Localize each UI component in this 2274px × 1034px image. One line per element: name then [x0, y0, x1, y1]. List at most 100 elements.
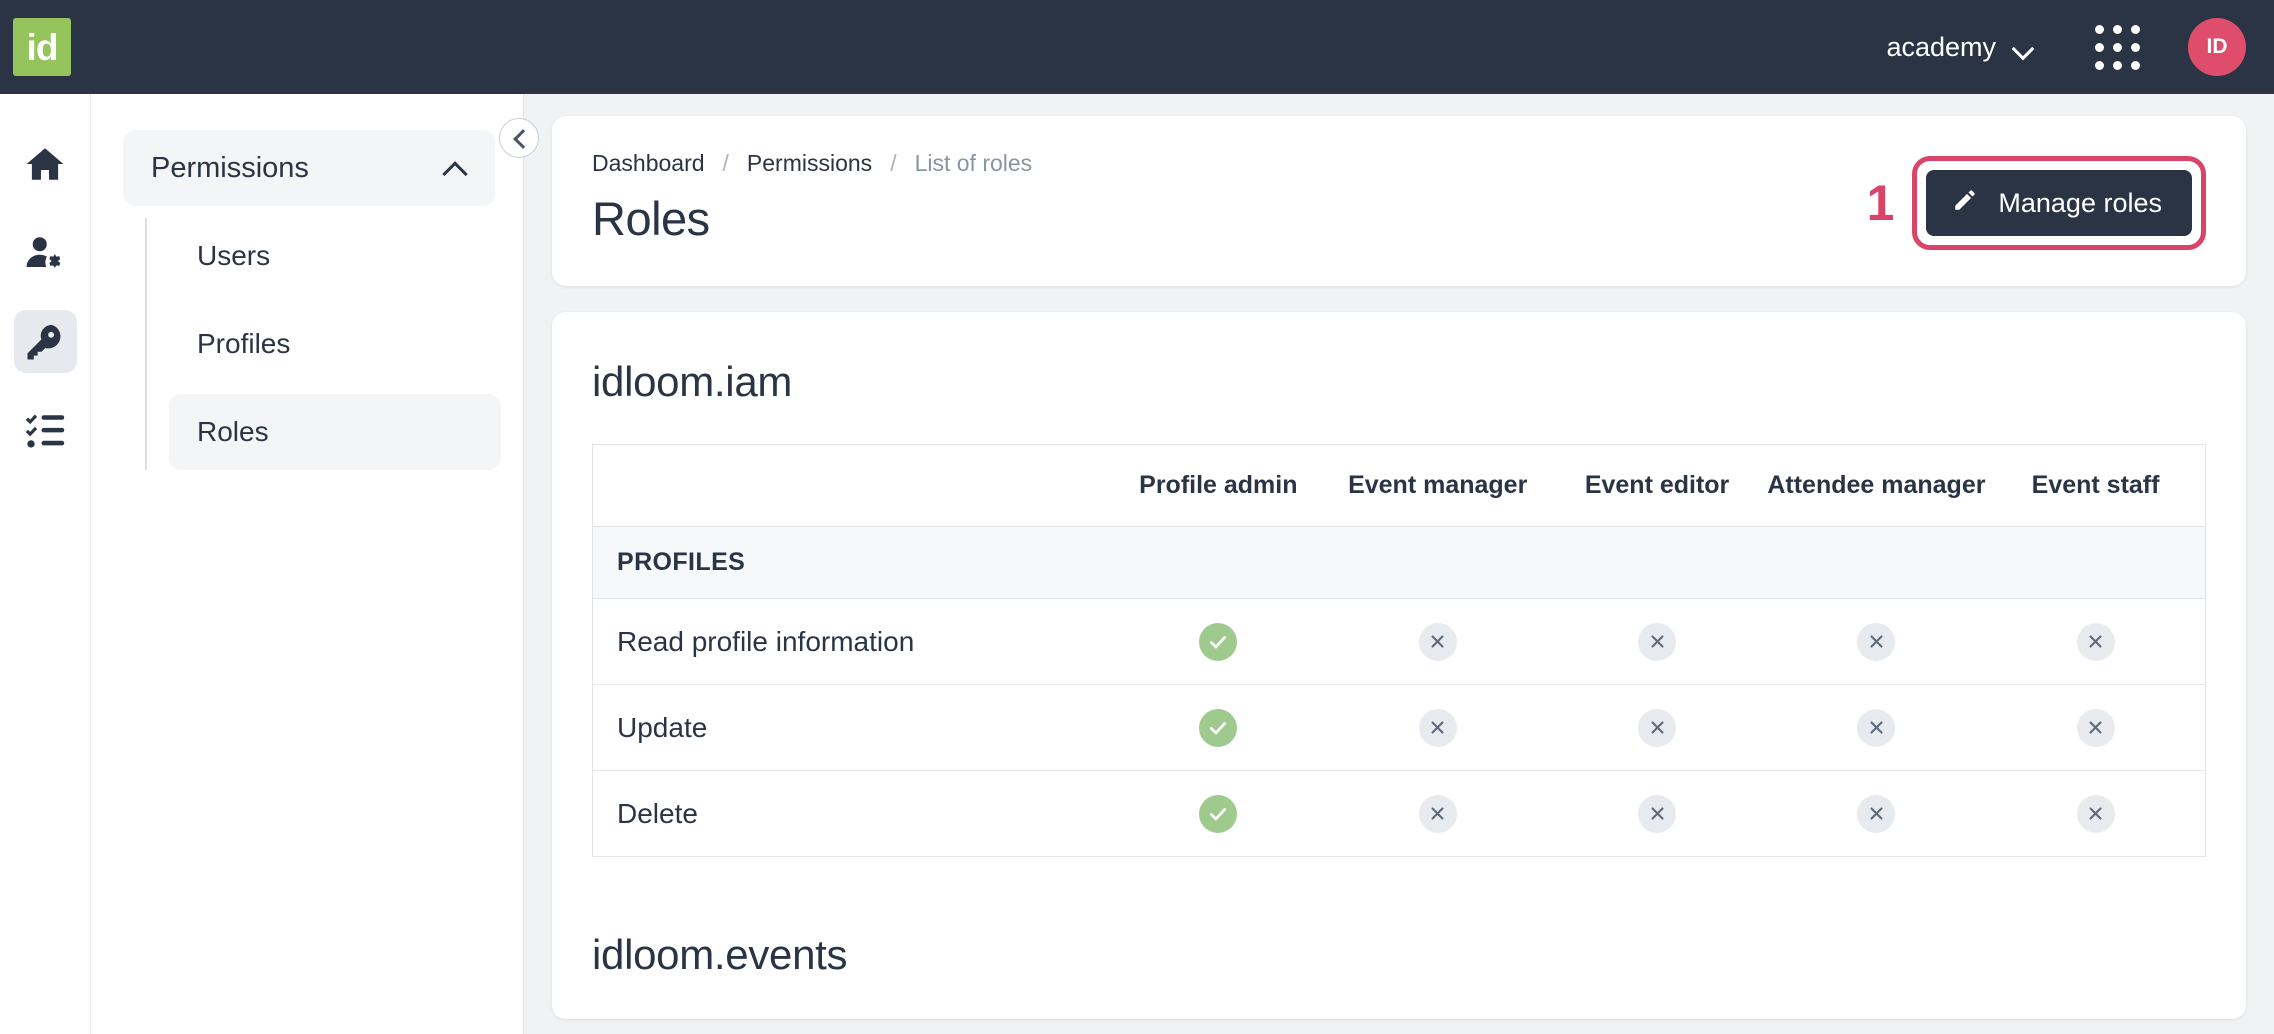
- app-logo[interactable]: id: [13, 18, 71, 76]
- grid-dot: [2131, 61, 2140, 70]
- table-group-row: PROFILES: [593, 527, 2206, 599]
- subnav-group-label: Permissions: [151, 152, 309, 185]
- chevron-down-icon: [2013, 41, 2035, 54]
- breadcrumb: Dashboard / Permissions / List of roles: [592, 150, 1032, 177]
- permissions-card: idloom.iam Profile admin Event manager E…: [552, 312, 2246, 1019]
- rail-item-home[interactable]: [14, 132, 77, 195]
- chevron-up-icon: [443, 161, 467, 176]
- rail-item-permissions[interactable]: [14, 310, 77, 373]
- pencil-icon: [1952, 187, 1978, 220]
- org-name: academy: [1886, 32, 1996, 63]
- cross-icon: [1638, 795, 1676, 833]
- page-title: Roles: [592, 191, 1032, 246]
- sidebar-item-profiles[interactable]: Profiles: [169, 306, 501, 382]
- check-icon: [1199, 623, 1237, 661]
- table-header-row: Profile admin Event manager Event editor…: [593, 445, 2206, 527]
- rail-item-users[interactable]: [14, 221, 77, 284]
- org-switcher[interactable]: academy: [1886, 32, 2035, 63]
- avatar[interactable]: ID: [2188, 18, 2246, 76]
- sidebar-item-label: Roles: [197, 416, 269, 448]
- column-header-profile-admin: Profile admin: [1109, 445, 1328, 527]
- key-icon: [24, 321, 66, 363]
- rail-item-tasks[interactable]: [14, 399, 77, 462]
- manage-roles-highlight: Manage roles: [1912, 156, 2206, 250]
- cross-icon: [1857, 623, 1895, 661]
- permission-label: Update: [593, 685, 1109, 771]
- secondary-sidebar: Permissions Users Profiles Roles: [91, 94, 524, 1034]
- avatar-initials: ID: [2207, 35, 2228, 59]
- permission-cell-event-staff[interactable]: [1986, 771, 2205, 857]
- column-header-event-manager: Event manager: [1328, 445, 1547, 527]
- main-content: Dashboard / Permissions / List of roles …: [524, 94, 2274, 1034]
- permission-cell-event-editor[interactable]: [1547, 599, 1766, 685]
- breadcrumb-item-dashboard[interactable]: Dashboard: [592, 150, 705, 177]
- permission-cell-event-manager[interactable]: [1328, 771, 1547, 857]
- sidebar-collapse-button[interactable]: [499, 118, 539, 158]
- page-header-card: Dashboard / Permissions / List of roles …: [552, 116, 2246, 286]
- permission-cell-profile-admin[interactable]: [1109, 685, 1328, 771]
- top-bar: id academy ID: [0, 0, 2274, 94]
- grid-dot: [2131, 25, 2140, 34]
- permission-label: Read profile information: [593, 599, 1109, 685]
- breadcrumb-separator: /: [723, 150, 729, 177]
- top-bar-right: academy ID: [1886, 18, 2274, 76]
- permission-cell-profile-admin[interactable]: [1109, 599, 1328, 685]
- grid-dot: [2095, 61, 2104, 70]
- check-icon: [1199, 795, 1237, 833]
- permission-cell-event-manager[interactable]: [1328, 599, 1547, 685]
- breadcrumb-item-permissions[interactable]: Permissions: [747, 150, 872, 177]
- sidebar-item-roles[interactable]: Roles: [169, 394, 501, 470]
- table-row: Update: [593, 685, 2206, 771]
- cross-icon: [2077, 709, 2115, 747]
- permission-cell-event-staff[interactable]: [1986, 599, 2205, 685]
- home-icon: [24, 143, 66, 185]
- permission-cell-attendee-manager[interactable]: [1767, 685, 1986, 771]
- permission-cell-attendee-manager[interactable]: [1767, 771, 1986, 857]
- permission-cell-event-manager[interactable]: [1328, 685, 1547, 771]
- column-header-event-staff: Event staff: [1986, 445, 2205, 527]
- permissions-table: Profile admin Event manager Event editor…: [592, 444, 2206, 857]
- step-number-annotation: 1: [1867, 178, 1895, 228]
- permission-label: Delete: [593, 771, 1109, 857]
- app-root: id academy ID: [0, 0, 2274, 1034]
- column-header-event-editor: Event editor: [1547, 445, 1766, 527]
- checklist-icon: [24, 410, 66, 452]
- grid-dot: [2113, 61, 2122, 70]
- cross-icon: [2077, 623, 2115, 661]
- chevron-left-icon: [512, 131, 526, 145]
- permission-cell-attendee-manager[interactable]: [1767, 599, 1986, 685]
- permission-cell-event-editor[interactable]: [1547, 771, 1766, 857]
- manage-roles-button[interactable]: Manage roles: [1926, 170, 2192, 236]
- check-icon: [1199, 709, 1237, 747]
- cross-icon: [1419, 623, 1457, 661]
- permission-cell-event-editor[interactable]: [1547, 685, 1766, 771]
- subnav-group-permissions[interactable]: Permissions: [123, 130, 495, 206]
- cross-icon: [1638, 709, 1676, 747]
- cross-icon: [1857, 709, 1895, 747]
- icon-rail: [0, 94, 91, 1034]
- sidebar-item-label: Profiles: [197, 328, 290, 360]
- group-label: PROFILES: [593, 527, 2206, 599]
- table-row: Read profile information: [593, 599, 2206, 685]
- cross-icon: [1419, 795, 1457, 833]
- breadcrumb-separator: /: [890, 150, 896, 177]
- grid-dot: [2131, 43, 2140, 52]
- page-header-left: Dashboard / Permissions / List of roles …: [592, 150, 1032, 246]
- user-settings-icon: [24, 232, 66, 274]
- grid-dot: [2113, 25, 2122, 34]
- breadcrumb-item-current: List of roles: [915, 150, 1033, 177]
- table-row: Delete: [593, 771, 2206, 857]
- subnav-children: Users Profiles Roles: [145, 218, 523, 470]
- grid-apps-icon[interactable]: [2095, 25, 2140, 70]
- cross-icon: [2077, 795, 2115, 833]
- cross-icon: [1857, 795, 1895, 833]
- cross-icon: [1419, 709, 1457, 747]
- permission-cell-profile-admin[interactable]: [1109, 771, 1328, 857]
- cross-icon: [1638, 623, 1676, 661]
- column-header-attendee-manager: Attendee manager: [1767, 445, 1986, 527]
- sidebar-item-users[interactable]: Users: [169, 218, 501, 294]
- permission-cell-event-staff[interactable]: [1986, 685, 2205, 771]
- grid-dot: [2095, 25, 2104, 34]
- manage-roles-label: Manage roles: [1998, 188, 2162, 219]
- section-title-iam: idloom.iam: [592, 358, 2206, 406]
